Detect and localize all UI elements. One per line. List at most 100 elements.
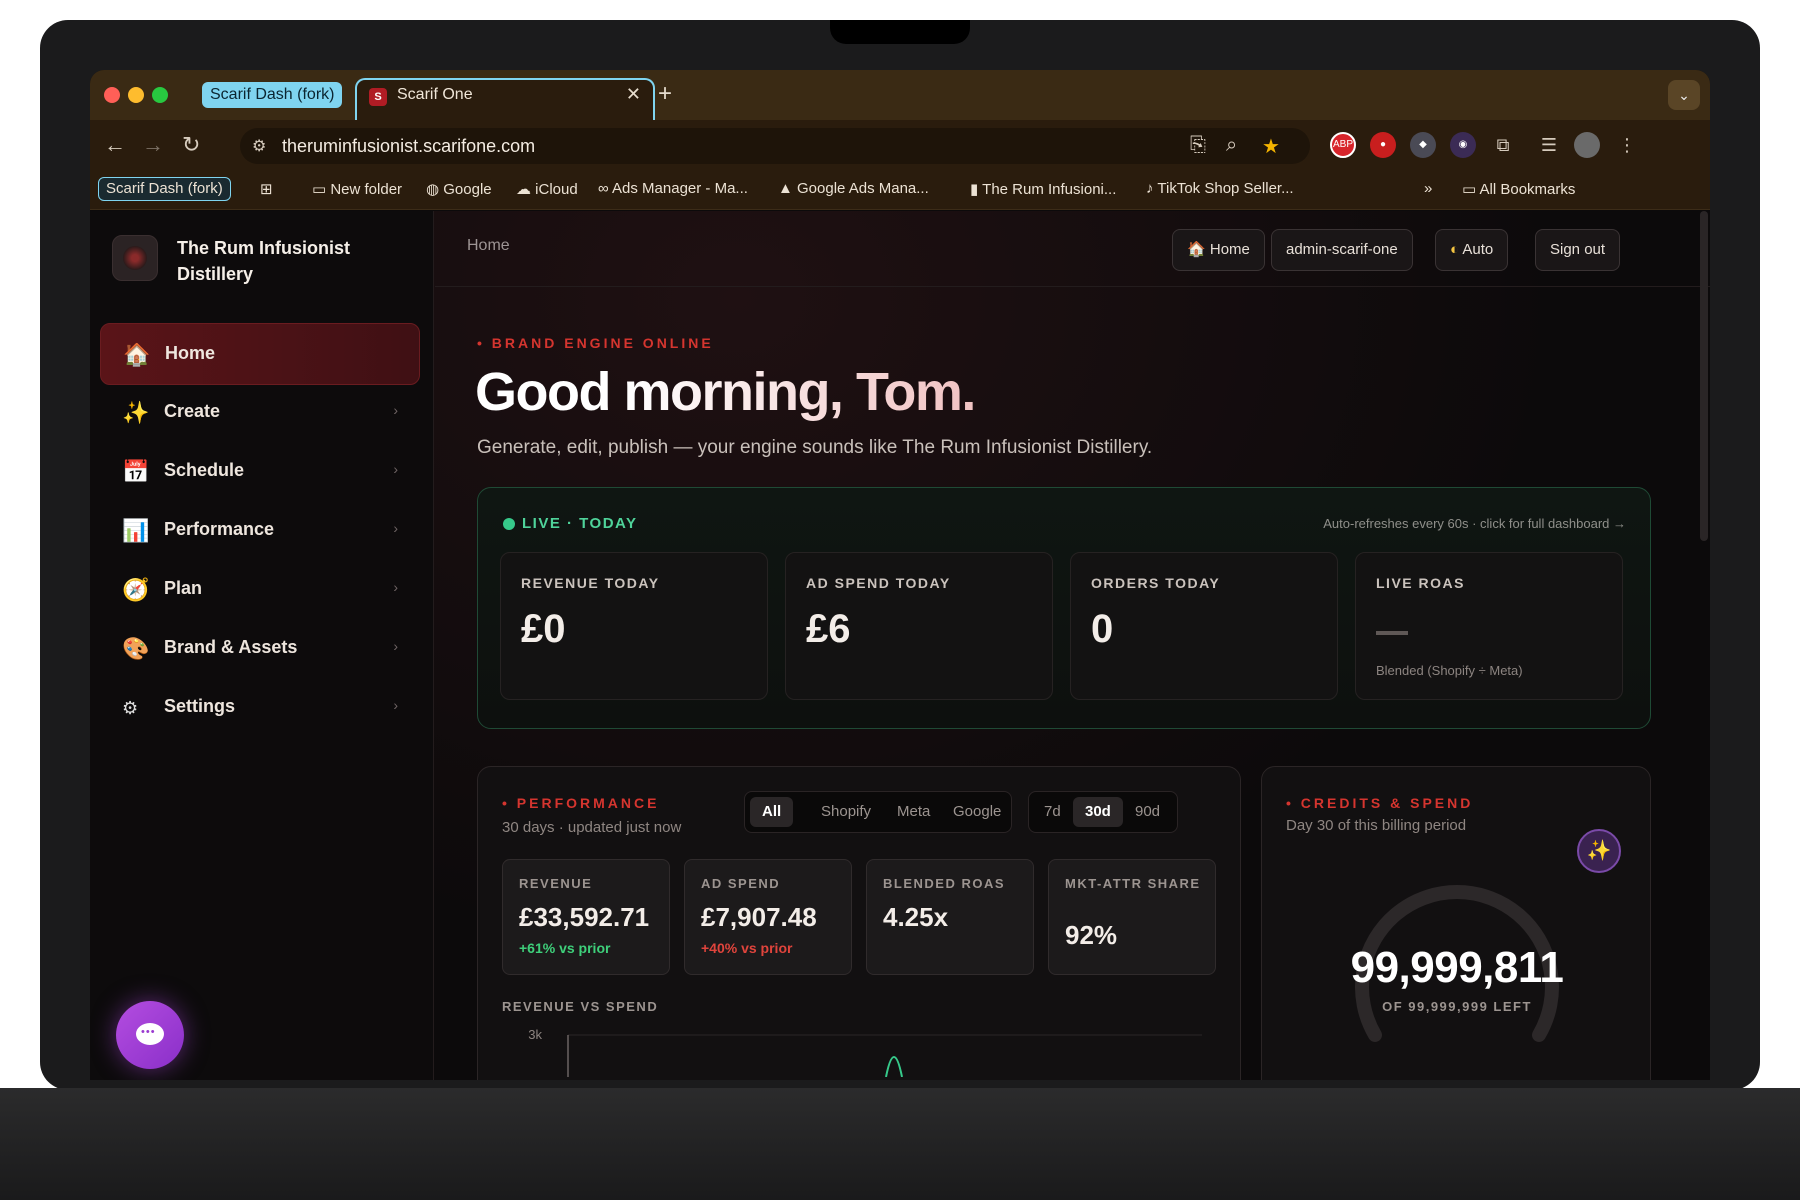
tab-title: Scarif One [397, 86, 473, 103]
bookmark-icloud[interactable]: ☁ iCloud [516, 180, 578, 198]
breadcrumb: Home [467, 237, 510, 254]
extension-purple-icon[interactable]: ◉ [1450, 132, 1476, 158]
tab-search-chevron-icon[interactable]: ⌄ [1668, 80, 1700, 110]
chevron-right-icon: › [393, 697, 398, 713]
sidebar-item-home[interactable]: 🏠 Home [100, 323, 420, 385]
live-refresh-note[interactable]: Auto-refreshes every 60s · click for ful… [1323, 516, 1626, 531]
sidebar-item-plan[interactable]: 🧭 Plan › [100, 559, 420, 621]
sidebar-item-create[interactable]: ✨ Create › [100, 382, 420, 444]
all-bookmarks[interactable]: ▭ All Bookmarks [1462, 180, 1575, 198]
minimize-window-button[interactable] [128, 87, 144, 103]
performance-card: • PERFORMANCE 30 days · updated just now… [477, 766, 1241, 1080]
forward-icon[interactable]: → [142, 132, 164, 158]
url-text: theruminfusionist.scarifone.com [282, 136, 536, 156]
sidebar-item-label: Schedule [164, 460, 245, 480]
metric-label: BLENDED ROAS [883, 876, 1006, 891]
chevron-right-icon: › [393, 461, 398, 477]
reading-list-icon[interactable]: ☰ [1536, 132, 1562, 158]
bookmark-star-icon[interactable]: ★ [1262, 134, 1280, 159]
browser-menu-icon[interactable]: ⋮ [1614, 132, 1640, 158]
chat-icon [136, 1023, 164, 1045]
live-today-card[interactable]: LIVE · TODAY Auto-refreshes every 60s · … [477, 487, 1651, 729]
channel-all[interactable]: All [750, 797, 794, 827]
bookmark-new-folder[interactable]: ▭ New folder [312, 180, 402, 198]
chevron-right-icon: › [393, 579, 398, 595]
sidebar-item-label: Plan [164, 578, 203, 598]
bookmark-google[interactable]: ◍ Google [426, 180, 492, 198]
half-moon-icon: ◐ [1450, 241, 1460, 258]
bookmark-rum-infusionist[interactable]: ▮ The Rum Infusioni... [970, 180, 1116, 198]
bookmark-tiktok-shop[interactable]: ♪ TikTok Shop Seller... [1146, 180, 1294, 197]
kpi-ad-spend-today: AD SPEND TODAY £6 [785, 552, 1053, 700]
apps-grid-icon[interactable]: ⊞ [260, 180, 273, 198]
browser-toolbar: ← → ↻ ⚙ theruminfusionist.scarifone.com … [90, 120, 1710, 170]
scrollbar[interactable] [1700, 211, 1708, 541]
close-tab-icon[interactable]: ✕ [626, 84, 641, 105]
bookmarks-group-label[interactable]: Scarif Dash (fork) [98, 177, 231, 201]
extension-red-icon[interactable]: ● [1370, 132, 1396, 158]
metric-delta: +40% vs prior [701, 940, 793, 956]
sign-out-button[interactable]: Sign out [1535, 229, 1621, 271]
ai-assistant-button[interactable]: ✨ [1577, 829, 1621, 873]
chart-title: REVENUE VS SPEND [502, 999, 659, 1014]
range-30d[interactable]: 30d [1073, 797, 1123, 827]
bookmark-label: Ads Manager - Ma... [612, 180, 748, 197]
maximize-window-button[interactable] [152, 87, 168, 103]
bookmark-label: The Rum Infusioni... [982, 181, 1117, 198]
kpi-value: 0 [1091, 607, 1114, 651]
chat-bubble-button[interactable] [116, 1001, 184, 1069]
credits-total: OF 99,999,999 LEFT [1382, 999, 1532, 1014]
sidebar-item-label: Settings [164, 696, 236, 716]
kpi-label: LIVE ROAS [1376, 575, 1465, 591]
sidebar-item-label: Home [165, 343, 216, 363]
sidebar-item-settings[interactable]: ⚙ Settings › [100, 677, 420, 739]
zoom-icon[interactable]: ⌕ [1226, 134, 1237, 157]
bar-chart-icon: 📊 [122, 518, 150, 543]
sidebar-item-brand-assets[interactable]: 🎨 Brand & Assets › [100, 618, 420, 680]
tab-group-label[interactable]: Scarif Dash (fork) [202, 82, 343, 108]
address-bar[interactable]: ⚙ theruminfusionist.scarifone.com ⎘ ⌕ ★ [240, 128, 1310, 164]
metric-mkt-attr-share: MKT-ATTR SHARE 92% [1048, 859, 1216, 975]
reload-icon[interactable]: ↻ [182, 132, 200, 158]
new-tab-icon[interactable]: + [658, 80, 672, 108]
extensions-puzzle-icon[interactable]: ⧉ [1490, 132, 1516, 158]
adblock-icon[interactable]: ABP [1330, 132, 1356, 158]
bookmark-google-ads[interactable]: ▲ Google Ads Mana... [778, 180, 929, 197]
chevron-right-icon: › [393, 520, 398, 536]
home-button-label: Home [1209, 241, 1250, 258]
tab-scarif-one[interactable]: S Scarif One ✕ [355, 78, 655, 120]
home-button[interactable]: 🏠 Home [1172, 229, 1265, 271]
theme-label: Auto [1462, 241, 1494, 258]
sparkles-icon: ✨ [122, 400, 150, 425]
kpi-empty-dash [1376, 631, 1408, 635]
more-bookmarks-icon[interactable]: » [1424, 180, 1432, 197]
site-settings-icon[interactable]: ⚙ [252, 136, 266, 156]
channel-shopify[interactable]: Shopify [809, 797, 883, 827]
channel-meta[interactable]: Meta [885, 797, 942, 827]
bookmark-ads-manager[interactable]: ∞ Ads Manager - Ma... [598, 180, 748, 197]
user-button[interactable]: admin-scarif-one [1271, 229, 1413, 271]
bookmark-label: TikTok Shop Seller... [1157, 180, 1294, 197]
all-bookmarks-label: All Bookmarks [1479, 181, 1576, 198]
credits-remaining: 99,999,811 [1350, 943, 1564, 992]
live-indicator-dot [503, 518, 515, 530]
metric-label: AD SPEND [701, 876, 781, 891]
calendar-icon: 📅 [122, 459, 150, 484]
install-app-icon[interactable]: ⎘ [1190, 134, 1206, 157]
theme-toggle-button[interactable]: ◐ Auto [1435, 229, 1509, 271]
range-90d[interactable]: 90d [1123, 797, 1172, 827]
sidebar-item-label: Create [164, 401, 221, 421]
sidebar: The Rum Infusionist Distillery 🏠 Home ✨ … [90, 211, 434, 1080]
back-icon[interactable]: ← [104, 132, 126, 158]
range-7d[interactable]: 7d [1032, 797, 1073, 827]
profile-avatar[interactable] [1574, 132, 1600, 158]
browser-window: Scarif Dash (fork) S Scarif One ✕ + ⌄ ← … [90, 70, 1710, 1080]
close-window-button[interactable] [104, 87, 120, 103]
main-content: Home 🏠 Home admin-scarif-one ◐ Auto Sign… [435, 211, 1710, 1080]
revenue-line [885, 1056, 903, 1077]
sidebar-item-performance[interactable]: 📊 Performance › [100, 500, 420, 562]
shield-icon[interactable]: ◆ [1410, 132, 1436, 158]
bookmark-label: Google [443, 181, 492, 198]
channel-google[interactable]: Google [941, 797, 1013, 827]
sidebar-item-schedule[interactable]: 📅 Schedule › [100, 441, 420, 503]
